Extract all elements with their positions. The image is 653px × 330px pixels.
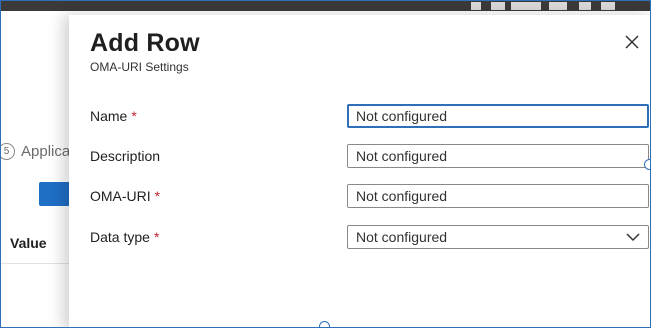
top-bar-blur xyxy=(579,2,591,10)
required-marker: * xyxy=(153,229,160,245)
wizard-step-applicability[interactable]: 5 Applica xyxy=(1,140,70,162)
oma-uri-row: OMA-URI * xyxy=(90,184,650,208)
add-row-panel: Add Row OMA-URI Settings Name* Descripti… xyxy=(69,15,650,327)
resize-handle-right[interactable] xyxy=(644,159,650,170)
chevron-down-icon xyxy=(626,233,640,242)
resize-handle-bottom[interactable] xyxy=(319,321,330,327)
data-type-row: Data type * Not configured xyxy=(90,225,650,249)
column-header-value: Value xyxy=(10,235,47,251)
required-marker: * xyxy=(154,188,161,204)
name-row: Name * xyxy=(90,104,650,128)
window-frame: 5 Applica Value Add Row OMA-URI Settings… xyxy=(0,0,651,328)
data-type-label: Data type * xyxy=(90,229,160,245)
required-marker: * xyxy=(131,108,137,124)
data-type-select[interactable]: Not configured xyxy=(347,225,649,249)
top-bar-blur xyxy=(471,2,481,10)
close-icon xyxy=(625,35,639,49)
top-bar-blur xyxy=(491,2,505,10)
top-bar-blur xyxy=(549,2,567,10)
close-button[interactable] xyxy=(624,34,640,50)
oma-uri-label: OMA-URI * xyxy=(90,188,161,204)
data-type-selected-value: Not configured xyxy=(356,229,448,245)
description-input[interactable] xyxy=(347,144,649,168)
oma-uri-input[interactable] xyxy=(347,184,649,208)
panel-title: Add Row xyxy=(90,29,200,57)
top-bar-blur xyxy=(601,2,615,10)
top-bar xyxy=(1,1,650,11)
table-divider xyxy=(1,263,71,264)
step-number: 5 xyxy=(1,142,15,160)
name-label: Name * xyxy=(90,108,137,124)
description-label: Description xyxy=(90,148,161,164)
name-input[interactable] xyxy=(347,104,649,128)
step-label: Applica xyxy=(21,142,71,160)
top-bar-blur xyxy=(511,2,541,10)
panel-subtitle: OMA-URI Settings xyxy=(90,60,189,74)
description-row: Description xyxy=(90,144,650,168)
